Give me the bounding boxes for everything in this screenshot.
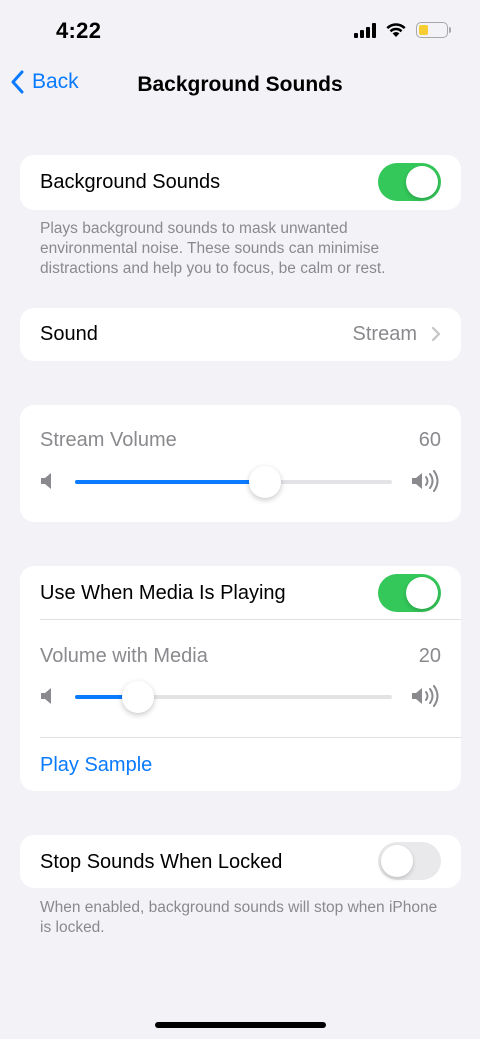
cellular-signal-icon: [354, 22, 376, 38]
status-bar: 4:22: [0, 0, 480, 62]
stop-when-locked-group: Stop Sounds When Locked: [20, 835, 461, 888]
background-sounds-footer: Plays background sounds to mask unwanted…: [40, 220, 386, 277]
slider-thumb[interactable]: [122, 681, 154, 713]
sound-label: Sound: [40, 323, 98, 345]
wifi-icon: [386, 23, 406, 37]
speaker-low-icon: [41, 473, 51, 489]
toggle-knob: [381, 845, 413, 877]
speaker-high-icon: [412, 470, 439, 492]
sound-value: Stream: [352, 323, 417, 345]
navigation-bar: Back Background Sounds: [0, 62, 480, 108]
background-sounds-group: Background Sounds: [20, 155, 461, 210]
speaker-high-icon: [412, 685, 439, 707]
home-indicator: [155, 1022, 326, 1028]
background-sounds-toggle[interactable]: [378, 163, 441, 201]
stop-when-locked-footer: When enabled, background sounds will sto…: [40, 899, 438, 936]
status-icons: [354, 22, 451, 38]
stream-volume-label: Stream Volume: [40, 429, 177, 451]
sound-group[interactable]: Sound Stream: [20, 308, 461, 361]
background-sounds-label: Background Sounds: [40, 171, 221, 193]
slider-fill: [75, 480, 265, 484]
speaker-low-icon: [41, 688, 51, 704]
separator: [40, 619, 461, 620]
page-title: Background Sounds: [137, 73, 343, 96]
stop-when-locked-label: Stop Sounds When Locked: [40, 851, 283, 873]
stream-volume-group: Stream Volume 60: [20, 405, 461, 522]
separator: [40, 737, 461, 738]
volume-with-media-value: 20: [418, 645, 441, 667]
stream-volume-slider-row: [20, 461, 461, 501]
play-sample-button[interactable]: Play Sample: [40, 754, 152, 777]
stream-volume-slider[interactable]: [75, 466, 392, 498]
stop-when-locked-toggle[interactable]: [378, 842, 441, 880]
toggle-knob: [406, 577, 438, 609]
media-volume-slider-row: [20, 676, 461, 716]
volume-with-media-label: Volume with Media: [40, 645, 208, 667]
use-when-media-label: Use When Media Is Playing: [40, 582, 286, 604]
toggle-knob: [406, 166, 438, 198]
status-time: 4:22: [56, 18, 102, 43]
media-group: Use When Media Is Playing Volume with Me…: [20, 566, 461, 791]
media-volume-slider[interactable]: [75, 681, 392, 713]
stream-volume-value: 60: [418, 429, 441, 451]
chevron-right-icon: [431, 326, 441, 342]
slider-thumb[interactable]: [249, 466, 281, 498]
battery-icon: [416, 22, 451, 38]
use-when-media-toggle[interactable]: [378, 574, 441, 612]
